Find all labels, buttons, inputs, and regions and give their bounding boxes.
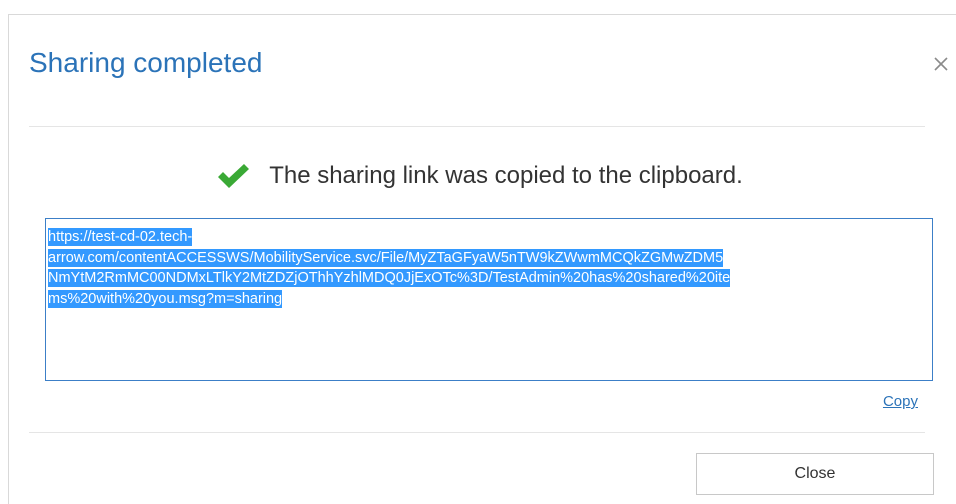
checkmark-icon bbox=[218, 164, 250, 188]
status-message: The sharing link was copied to the clipb… bbox=[269, 162, 743, 189]
link-line: arrow.com/contentACCESSWS/MobilityServic… bbox=[48, 248, 724, 267]
sharing-dialog: Sharing completed The sharing link was c… bbox=[8, 14, 956, 504]
footer-divider bbox=[29, 432, 925, 433]
close-icon[interactable] bbox=[930, 53, 952, 75]
dialog-title: Sharing completed bbox=[29, 47, 263, 78]
copy-link[interactable]: Copy bbox=[883, 393, 918, 410]
header-divider bbox=[29, 126, 925, 127]
sharing-link-text: https://test-cd-02.tech- arrow.com/conte… bbox=[48, 227, 928, 309]
link-line: https://test-cd-02.tech- bbox=[48, 228, 193, 246]
status-message-row: The sharing link was copied to the clipb… bbox=[9, 159, 949, 193]
sharing-link-textarea[interactable]: https://test-cd-02.tech- arrow.com/conte… bbox=[45, 218, 933, 381]
link-line: NmYtM2RmMC00NDMxLTlkY2MtZDZjOThhYzhlMDQ0… bbox=[48, 269, 731, 287]
link-line: ms%20with%20you.msg?m=sharing bbox=[48, 289, 283, 308]
close-button[interactable]: Close bbox=[696, 453, 934, 495]
